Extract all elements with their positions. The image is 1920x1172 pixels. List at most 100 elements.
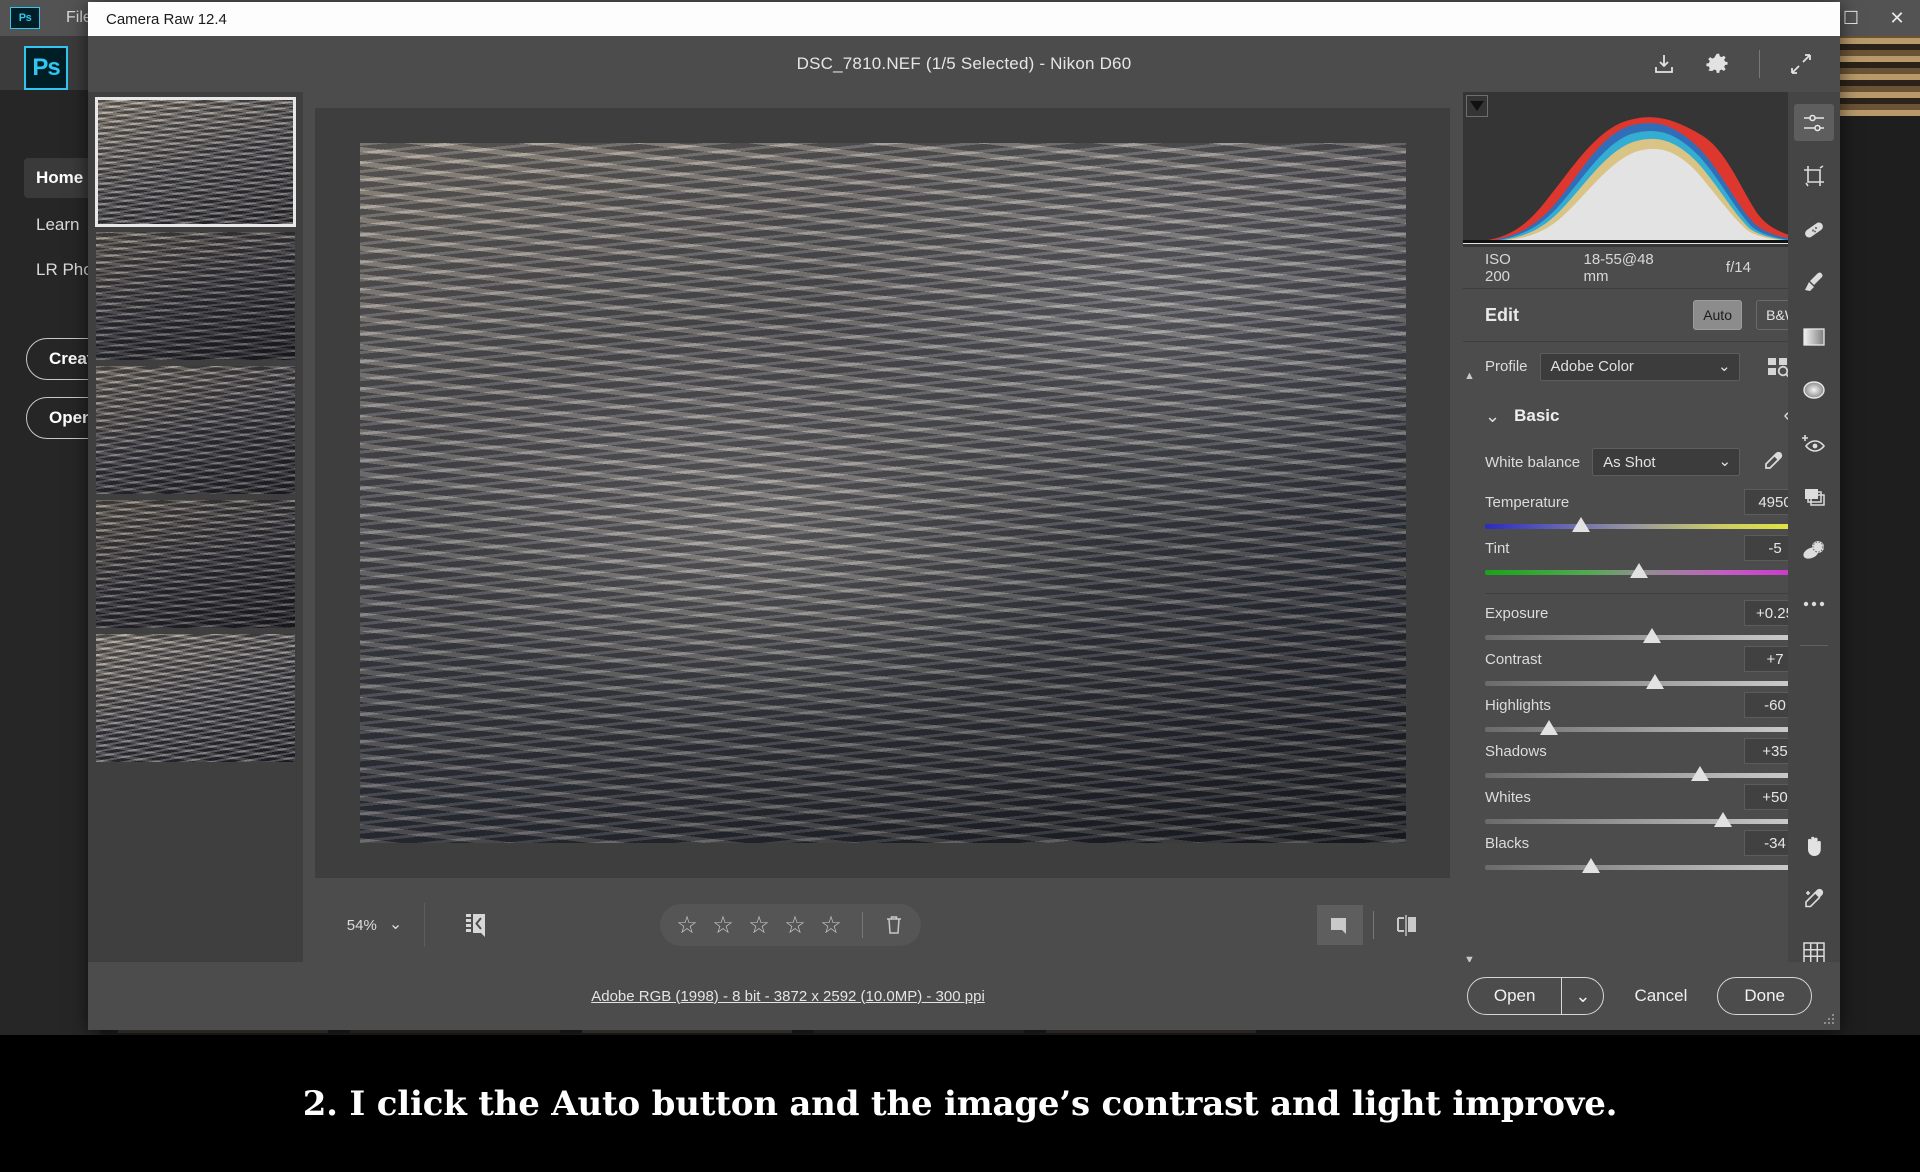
auto-label: Auto — [1703, 307, 1732, 323]
slider-track[interactable] — [1485, 681, 1806, 686]
done-button[interactable]: Done — [1717, 977, 1812, 1015]
star-4[interactable]: ☆ — [782, 912, 808, 938]
single-view-icon[interactable] — [1317, 905, 1363, 945]
view-divider — [1373, 911, 1374, 939]
slider-contrast[interactable]: Contrast+7 — [1463, 646, 1840, 686]
slider-track[interactable] — [1485, 773, 1806, 778]
cancel-button[interactable]: Cancel — [1634, 986, 1687, 1006]
white-balance-select[interactable]: As Shot ⌄ — [1592, 448, 1740, 476]
radial-filter-tool-icon[interactable] — [1794, 371, 1834, 408]
histogram-chart — [1463, 92, 1840, 244]
save-image-icon[interactable] — [1651, 51, 1677, 77]
white-balance-tool-icon[interactable] — [1794, 881, 1834, 918]
sidebar-item-label: LR Pho — [36, 260, 93, 280]
slider-track[interactable] — [1485, 635, 1806, 640]
rating-divider — [862, 912, 863, 938]
presets-tool-icon[interactable] — [1794, 478, 1834, 515]
white-balance-row: White balance As Shot ⌄ — [1463, 441, 1840, 483]
slider-track[interactable] — [1485, 819, 1806, 824]
star-rating-group: ☆ ☆ ☆ ☆ ☆ — [660, 904, 921, 946]
preview-bottom-bar: 54% ⌄ — [315, 892, 1450, 958]
slider-whites[interactable]: Whites+50 — [1463, 784, 1840, 824]
fullscreen-icon[interactable] — [1788, 51, 1814, 77]
graduated-filter-tool-icon[interactable] — [1794, 318, 1834, 355]
auto-button[interactable]: Auto — [1693, 300, 1742, 330]
filmstrip-thumbnail-5[interactable] — [96, 634, 295, 762]
white-balance-eyedropper-icon[interactable] — [1762, 451, 1784, 473]
snapshots-tool-icon[interactable] — [1794, 532, 1834, 569]
slider-highlights[interactable]: Highlights-60 — [1463, 692, 1840, 732]
basic-section-header[interactable]: ⌄ Basic — [1463, 391, 1840, 441]
profile-value: Adobe Color — [1551, 358, 1634, 375]
chevron-down-icon: ⌄ — [1485, 412, 1500, 420]
preferences-gear-icon[interactable] — [1705, 51, 1731, 77]
slider-knob[interactable] — [1643, 628, 1661, 643]
edit-tool-icon[interactable] — [1794, 104, 1834, 141]
slider-temperature[interactable]: Temperature4950 — [1463, 489, 1840, 529]
file-info-link[interactable]: Adobe RGB (1998) - 8 bit - 3872 x 2592 (… — [88, 988, 1488, 1005]
chevron-down-icon: ⌄ — [1718, 363, 1731, 371]
filmstrip-thumbnail-2[interactable] — [96, 232, 295, 360]
toolbar-divider — [1800, 645, 1828, 646]
open-options-caret-icon[interactable]: ⌄ — [1561, 978, 1603, 1014]
slider-knob[interactable] — [1714, 812, 1732, 827]
trash-icon[interactable] — [881, 912, 907, 938]
star-5[interactable]: ☆ — [818, 912, 844, 938]
slider-track[interactable] — [1485, 727, 1806, 732]
profile-select[interactable]: Adobe Color ⌄ — [1540, 353, 1740, 381]
filmstrip-thumbnail-1[interactable] — [96, 98, 295, 226]
slider-knob[interactable] — [1582, 858, 1600, 873]
zoom-level-selector[interactable]: 54% ⌄ — [325, 903, 425, 947]
slider-knob[interactable] — [1572, 517, 1590, 532]
filmstrip-thumbnail-3[interactable] — [96, 366, 295, 494]
slider-knob[interactable] — [1646, 674, 1664, 689]
preview-canvas[interactable] — [315, 108, 1450, 878]
slider-shadows[interactable]: Shadows+35 — [1463, 738, 1840, 778]
star-3[interactable]: ☆ — [746, 912, 772, 938]
histogram-panel[interactable] — [1463, 92, 1840, 247]
camera-raw-title: Camera Raw 12.4 — [106, 11, 227, 28]
before-after-view-icon[interactable] — [1384, 905, 1430, 945]
slider-exposure[interactable]: Exposure+0.25 — [1463, 600, 1840, 640]
slider-label: Tint — [1485, 540, 1509, 557]
crop-tool-icon[interactable] — [1794, 157, 1834, 194]
red-eye-tool-icon[interactable] — [1794, 425, 1834, 462]
slider-label: Highlights — [1485, 697, 1551, 714]
slider-blacks[interactable]: Blacks-34 — [1463, 830, 1840, 870]
sidebar-item-label: Home — [36, 168, 83, 188]
exif-iso: ISO 200 — [1485, 251, 1539, 285]
slider-knob[interactable] — [1630, 563, 1648, 578]
slider-tint[interactable]: Tint-5 — [1463, 535, 1840, 575]
close-button[interactable]: ✕ — [1874, 0, 1920, 36]
slider-knob[interactable] — [1540, 720, 1558, 735]
photoshop-home-logo-icon: Ps — [24, 46, 68, 90]
filmstrip-toggle-icon[interactable] — [447, 903, 507, 947]
white-balance-value: As Shot — [1603, 454, 1656, 471]
star-1[interactable]: ☆ — [674, 912, 700, 938]
slider-group-divider — [1485, 593, 1806, 594]
camera-raw-toolbar — [1788, 92, 1840, 972]
caption-text: 2. I click the Auto button and the image… — [303, 1084, 1618, 1124]
hand-tool-icon[interactable] — [1794, 828, 1834, 865]
healing-brush-tool-icon[interactable] — [1794, 211, 1834, 248]
slider-label: Exposure — [1485, 605, 1548, 622]
screen: Ps File — ☐ ✕ Ps Home Learn LR Pho Creat — [0, 0, 1920, 1172]
open-button[interactable]: Open — [1468, 978, 1562, 1014]
create-new-label: Creat — [49, 349, 92, 369]
filmstrip — [88, 92, 303, 972]
shadow-clipping-indicator[interactable] — [1466, 95, 1488, 117]
resize-grip[interactable] — [1822, 1012, 1836, 1026]
zoom-level-value: 54% — [347, 917, 377, 934]
star-2[interactable]: ☆ — [710, 912, 736, 938]
slider-track[interactable] — [1485, 570, 1806, 575]
slider-track[interactable] — [1485, 865, 1806, 870]
slider-track[interactable] — [1485, 524, 1806, 529]
adjustment-brush-tool-icon[interactable] — [1794, 264, 1834, 301]
slider-knob[interactable] — [1691, 766, 1709, 781]
camera-raw-body: 54% ⌄ — [88, 92, 1840, 972]
filmstrip-thumbnail-4[interactable] — [96, 500, 295, 628]
right-panel: ISO 200 18-55@48 mm f/14 1/125s Edit Aut… — [1463, 92, 1840, 972]
caption-bar: 2. I click the Auto button and the image… — [0, 1035, 1920, 1172]
more-options-tool-icon[interactable] — [1794, 585, 1834, 622]
scroll-up-arrow-icon[interactable]: ▲ — [1464, 370, 1475, 381]
